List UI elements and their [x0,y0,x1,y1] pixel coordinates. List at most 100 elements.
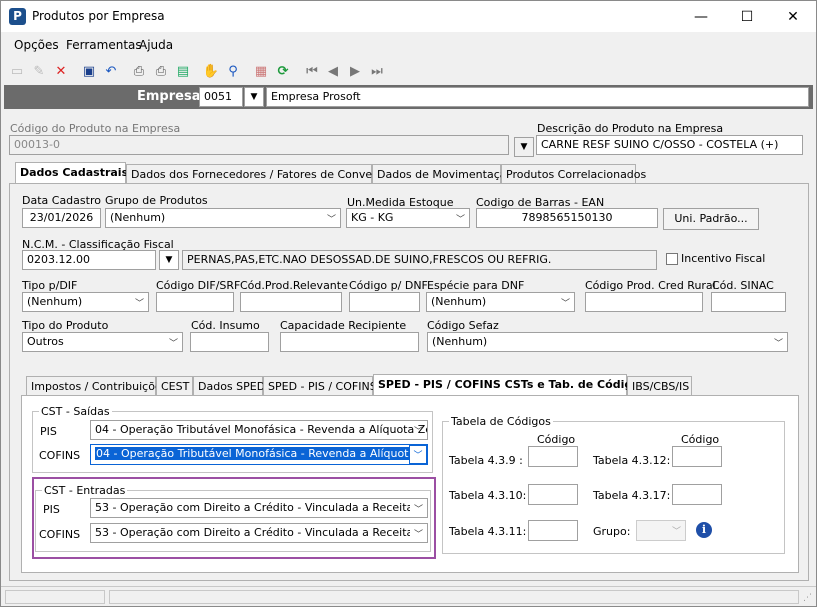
hand-icon[interactable]: ✋ [202,62,220,80]
grupo-select[interactable]: ﹀ [636,520,686,541]
export-icon[interactable]: ▤ [174,62,192,80]
chevron-down-icon: ﹀ [413,504,423,515]
tabela-4317-field[interactable] [672,484,722,505]
resize-grip-icon[interactable]: ⋰ [803,593,812,603]
tabela-439-field[interactable] [528,446,578,467]
cst-saidas-pis-value: 04 - Operação Tributável Monofásica - Re… [95,423,428,436]
tabela-4310-field[interactable] [528,484,578,505]
tipo-dif-label: Tipo p/DIF [22,279,78,292]
info-icon[interactable]: i [696,522,712,538]
cst-saidas-title: CST - Saídas [39,405,112,418]
unidade-padrao-button[interactable]: Uni. Padrão... [663,208,759,230]
capacidade-field[interactable] [280,332,419,352]
tabela-4311-label: Tabela 4.3.11: [449,525,527,538]
previous-record-icon[interactable]: ◀ [324,62,342,80]
chevron-down-icon: ﹀ [168,338,178,349]
last-record-icon[interactable]: ⏭ [368,62,386,80]
print-preview-icon[interactable]: ⎙ [152,62,170,80]
window-title: Produtos por Empresa [32,9,165,23]
maximize-button[interactable]: ☐ [724,1,770,32]
print-icon[interactable]: ⎙ [130,62,148,80]
cod-insumo-label: Cód. Insumo [191,319,260,332]
unidade-medida-select[interactable]: KG - KG ﹀ [346,208,470,228]
cst-saidas-cofins-value: 04 - Operação Tributável Monofásica - Re… [95,447,410,460]
codigo-header-left: Código [537,433,576,446]
tab-dados-fornecedores[interactable]: Dados dos Fornecedores / Fatores de Conv… [126,164,396,184]
tipo-dif-value: (Nenhum) [27,295,83,308]
codigo-barras-field[interactable]: 7898565150130 [476,208,658,228]
empresa-dropdown-button[interactable]: ▼ [244,87,264,107]
descricao-produto-field[interactable]: CARNE RESF SUINO C/OSSO - COSTELA (+) [536,135,803,155]
cod-relevante-field[interactable] [240,292,342,312]
empresa-code-field[interactable]: 0051 [199,87,243,107]
tipo-dif-select[interactable]: (Nenhum) ﹀ [22,292,149,312]
codigo-dif-label: Código DIF/SRF [156,279,241,292]
new-icon[interactable]: ▭ [8,62,26,80]
search-icon[interactable]: ⚲ [224,62,242,80]
chevron-down-icon: ﹀ [671,527,681,537]
first-record-icon[interactable]: ⏮ [303,62,321,80]
close-button[interactable]: ✕ [770,1,816,32]
menu-opcoes[interactable]: Opções [14,38,59,52]
cred-rural-field[interactable] [585,292,703,312]
especie-dnf-select[interactable]: (Nenhum) ﹀ [426,292,575,312]
grupo-produtos-select[interactable]: (Nenhum) ﹀ [105,208,341,228]
tabela-439-label: Tabela 4.3.9 : [449,454,523,467]
properties-icon[interactable]: ▦ [252,62,270,80]
tabela-4311-field[interactable] [528,520,578,541]
chevron-down-icon: ﹀ [455,214,465,225]
especie-dnf-value: (Nenhum) [431,295,487,308]
unidade-medida-value: KG - KG [351,211,394,224]
status-panel-left [5,590,105,604]
subtab-dados-sped[interactable]: Dados SPED [193,376,265,396]
subtab-sped-pis-cofins[interactable]: SPED - PIS / COFINS [263,376,377,396]
especie-dnf-label: Espécie para DNF [427,279,525,292]
cst-entradas-pis-select[interactable]: 53 - Operação com Direito a Crédito - Vi… [90,498,428,518]
incentivo-fiscal-checkbox[interactable] [666,253,678,265]
cst-entradas-cofins-select[interactable]: 53 - Operação com Direito a Crédito - Vi… [90,523,428,543]
menu-bar: Opções Ferramentas Ajuda [1,34,816,56]
tabela-codigos-title: Tabela de Códigos [449,415,553,428]
codigo-sefaz-select[interactable]: (Nenhum) ﹀ [427,332,788,352]
codigo-dif-field[interactable] [156,292,234,312]
codigo-produto-dropdown[interactable]: ▼ [514,137,534,157]
data-cadastro-field[interactable]: 23/01/2026 [22,208,101,228]
next-record-icon[interactable]: ▶ [346,62,364,80]
descricao-produto-label: Descrição do Produto na Empresa [537,122,724,135]
chevron-down-icon: ﹀ [409,445,427,464]
tabela-4312-field[interactable] [672,446,722,467]
ncm-dropdown-button[interactable]: ▼ [159,250,179,270]
undo-icon[interactable]: ↶ [102,62,120,80]
cst-entradas-cofins-value: 53 - Operação com Direito a Crédito - Vi… [95,526,410,539]
edit-icon[interactable]: ✎ [30,62,48,80]
tab-produtos-correlacionados[interactable]: Produtos Correlacionados [501,164,646,184]
cod-insumo-field[interactable] [190,332,269,352]
subtab-ibs-cbs[interactable]: IBS/CBS/IS [627,376,692,396]
cst-entradas-pis-value: 53 - Operação com Direito a Crédito - Vi… [95,501,410,514]
save-icon[interactable]: ▣ [80,62,98,80]
tipo-produto-label: Tipo do Produto [22,319,109,332]
ncm-field[interactable]: 0203.12.00 [22,250,156,270]
empresa-name-field: Empresa Prosoft [266,87,809,107]
subtab-cest[interactable]: CEST [156,376,193,396]
subtab-sped-csts[interactable]: SPED - PIS / COFINS CSTs e Tab. de Códig… [373,374,646,396]
codigo-dnf-field[interactable] [349,292,420,312]
delete-icon[interactable]: ✕ [52,62,70,80]
cod-sinac-field[interactable] [711,292,786,312]
title-bar: P Produtos por Empresa — ☐ ✕ [1,1,816,32]
cst-saidas-pis-select[interactable]: 04 - Operação Tributável Monofásica - Re… [90,420,428,440]
tab-dados-cadastrais[interactable]: Dados Cadastrais [15,162,128,184]
incentivo-fiscal-label: Incentivo Fiscal [681,252,766,265]
refresh-icon[interactable]: ⟳ [274,62,292,80]
menu-ferramentas[interactable]: Ferramentas [66,38,142,52]
minimize-button[interactable]: — [678,1,724,32]
tipo-produto-select[interactable]: Outros ﹀ [22,332,183,352]
subtab-impostos[interactable]: Impostos / Contribuições [26,376,167,396]
tabela-4317-label: Tabela 4.3.17: [593,489,671,502]
cst-saidas-cofins-select[interactable]: 04 - Operação Tributável Monofásica - Re… [90,444,428,465]
cred-rural-label: Código Prod. Cred Rural [585,279,716,292]
ncm-descricao-field: PERNAS,PAS,ETC.NAO DESOSSAD.DE SUINO,FRE… [182,250,657,270]
tipo-produto-value: Outros [27,335,64,348]
tab-dados-movimentacao[interactable]: Dados de Movimentação [372,164,513,184]
menu-ajuda[interactable]: Ajuda [139,38,173,52]
